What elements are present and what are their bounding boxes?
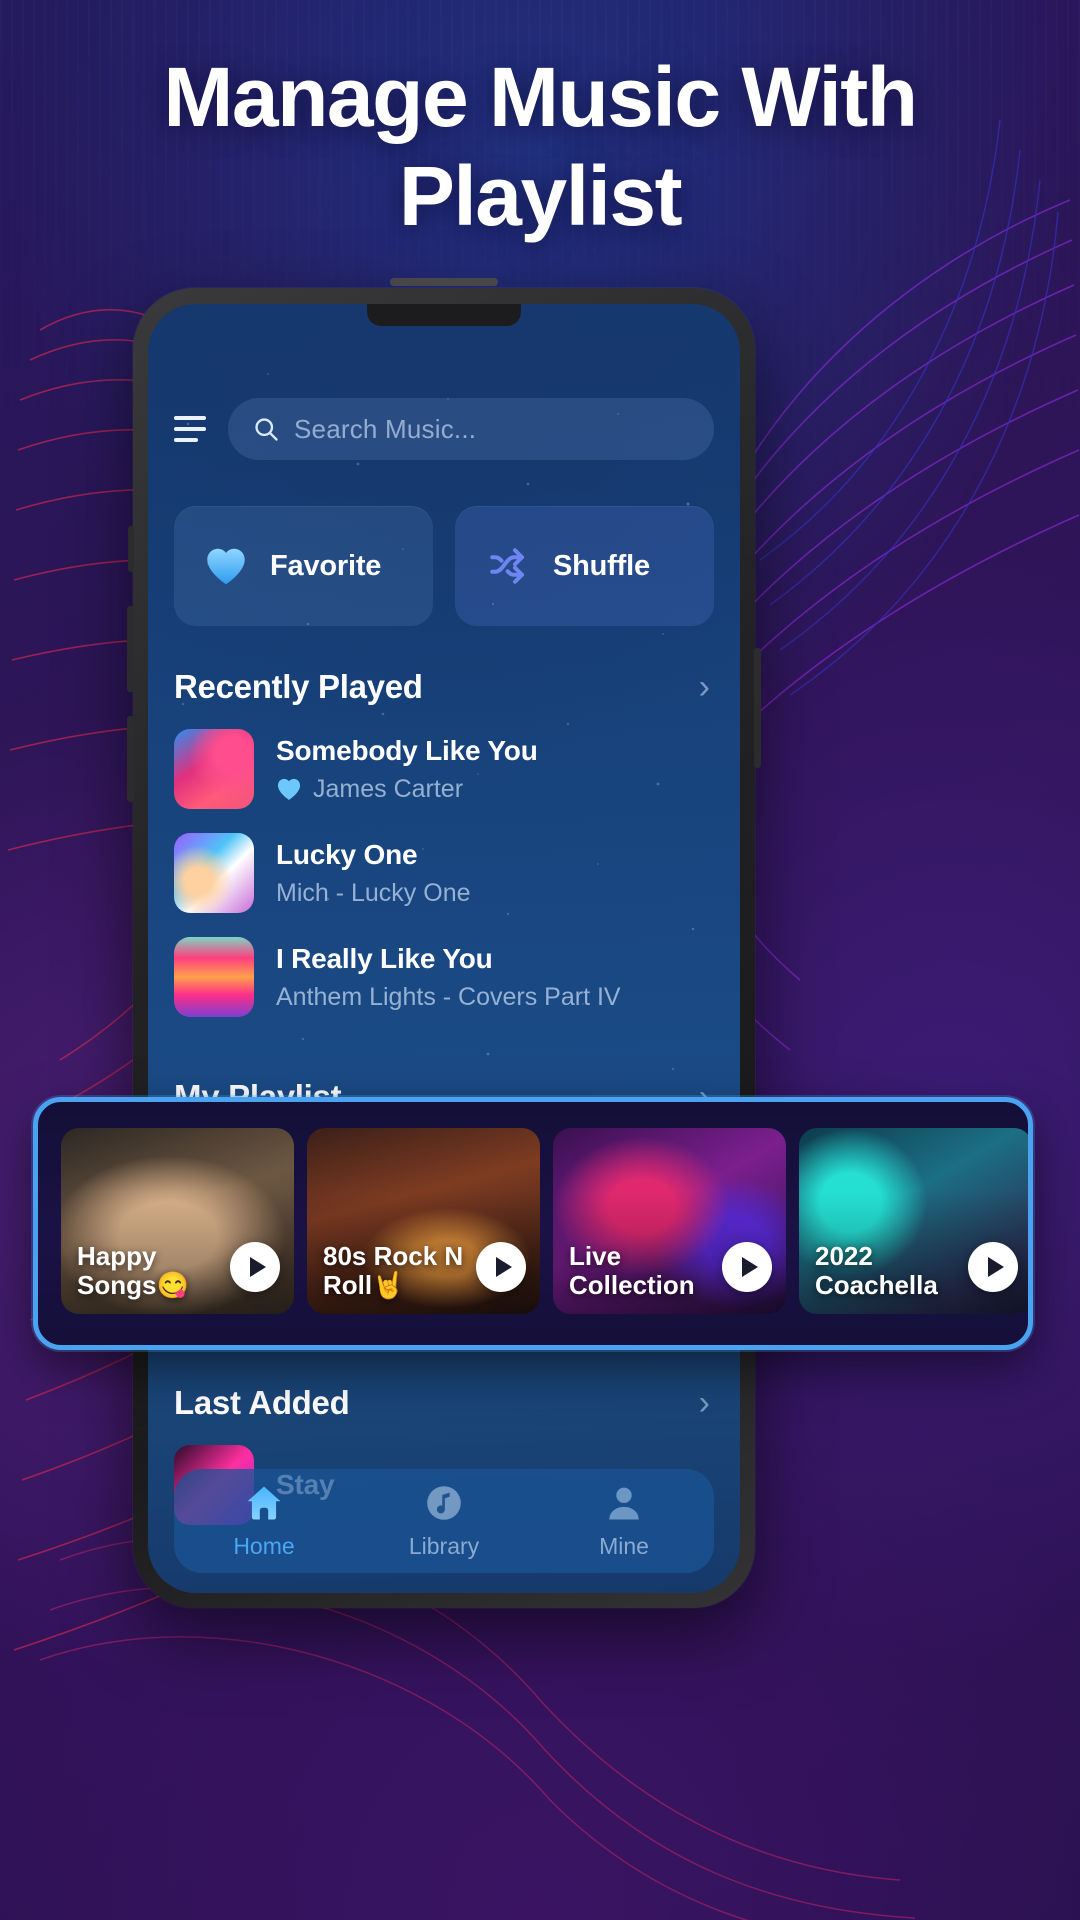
song-row[interactable]: Lucky One Mich - Lucky One: [174, 826, 714, 920]
bottom-navigation-bar: Home Library Mine: [174, 1469, 714, 1573]
song-row[interactable]: Somebody Like You James Carter: [174, 722, 714, 816]
last-added-header: Last Added ›: [174, 1384, 714, 1422]
recently-played-header: Recently Played ›: [174, 668, 714, 706]
favorite-button[interactable]: Favorite: [174, 506, 433, 626]
last-added-title: Last Added: [174, 1384, 350, 1421]
person-icon: [609, 1487, 639, 1520]
phone-mute-switch: [128, 526, 134, 572]
nav-item-library[interactable]: Library: [354, 1482, 534, 1560]
playlist-card[interactable]: Live Collection: [553, 1128, 786, 1314]
headline-line-2: Playlist: [398, 149, 683, 244]
phone-volume-up-button: [127, 606, 134, 692]
song-row[interactable]: I Really Like You Anthem Lights - Covers…: [174, 930, 714, 1024]
play-icon[interactable]: [722, 1242, 772, 1292]
song-title: Somebody Like You: [276, 734, 538, 766]
album-cover: [174, 937, 254, 1017]
playlist-card[interactable]: 2022 Coachella: [799, 1128, 1028, 1314]
music-app-screen: Search Music... Favorite Shuffle Recentl…: [148, 304, 740, 1593]
search-placeholder: Search Music...: [294, 413, 477, 444]
recently-played-title: Recently Played: [174, 668, 423, 705]
nav-label-library: Library: [408, 1533, 480, 1559]
app-top-bar: Search Music...: [174, 304, 714, 460]
album-cover: [174, 729, 254, 809]
playlist-card[interactable]: 80s Rock N Roll🤘: [307, 1128, 540, 1314]
phone-volume-down-button: [127, 716, 134, 802]
my-playlist-carousel-highlight: Happy Songs😋 80s Rock N Roll🤘 Live Colle…: [33, 1097, 1033, 1350]
phone-earpiece-speaker: [390, 278, 498, 286]
playlist-card-label: 2022 Coachella: [815, 1240, 938, 1300]
playlist-card-label: 80s Rock N Roll🤘: [323, 1240, 464, 1300]
song-title: Lucky One: [276, 838, 418, 870]
chevron-right-icon[interactable]: ›: [699, 670, 714, 704]
nav-item-mine[interactable]: Mine: [534, 1482, 714, 1560]
song-title: I Really Like You: [276, 942, 493, 974]
playlist-card[interactable]: Happy Songs😋: [61, 1128, 294, 1314]
headline-line-1: Manage Music With: [163, 50, 918, 144]
shuffle-icon: [490, 548, 525, 584]
favorite-label: Favorite: [270, 549, 382, 582]
phone-power-button: [754, 648, 761, 768]
search-input[interactable]: Search Music...: [228, 398, 714, 460]
playlist-card-label: Live Collection: [569, 1240, 695, 1300]
nav-label-home: Home: [233, 1533, 295, 1559]
song-subtitle-row: James Carter: [276, 775, 538, 804]
song-subtitle-row: Anthem Lights - Covers Part IV: [276, 983, 621, 1012]
playlist-card-label: Happy Songs😋: [77, 1240, 189, 1300]
song-artist: James Carter: [313, 774, 464, 803]
page-title: Manage Music With Playlist: [0, 48, 1080, 246]
shuffle-button[interactable]: Shuffle: [455, 506, 714, 626]
search-icon: [255, 418, 278, 441]
song-artist: Anthem Lights - Covers Part IV: [276, 982, 621, 1011]
song-artist: Mich - Lucky One: [276, 878, 471, 907]
play-icon[interactable]: [968, 1242, 1018, 1292]
music-note-icon: [427, 1486, 461, 1520]
phone-screen: Search Music... Favorite Shuffle Recentl…: [148, 304, 740, 1593]
hamburger-menu-icon[interactable]: [174, 416, 206, 442]
play-icon[interactable]: [230, 1242, 280, 1292]
nav-label-mine: Mine: [599, 1533, 649, 1559]
phone-notch: [367, 304, 521, 326]
album-cover: [174, 833, 254, 913]
nav-item-home[interactable]: Home: [174, 1482, 354, 1560]
shuffle-label: Shuffle: [553, 549, 650, 582]
song-subtitle-row: Mich - Lucky One: [276, 879, 471, 908]
home-icon: [247, 1486, 281, 1520]
quick-actions-row: Favorite Shuffle: [174, 506, 714, 626]
playlist-cards-row: Happy Songs😋 80s Rock N Roll🤘 Live Colle…: [38, 1128, 1028, 1314]
chevron-right-icon[interactable]: ›: [699, 1386, 714, 1420]
poster-canvas: Manage Music With Playlist Search Music.…: [0, 0, 1080, 1920]
heart-icon: [207, 548, 245, 585]
phone-mockup: Search Music... Favorite Shuffle Recentl…: [127, 278, 761, 1608]
heart-icon: [277, 778, 301, 800]
play-icon[interactable]: [476, 1242, 526, 1292]
